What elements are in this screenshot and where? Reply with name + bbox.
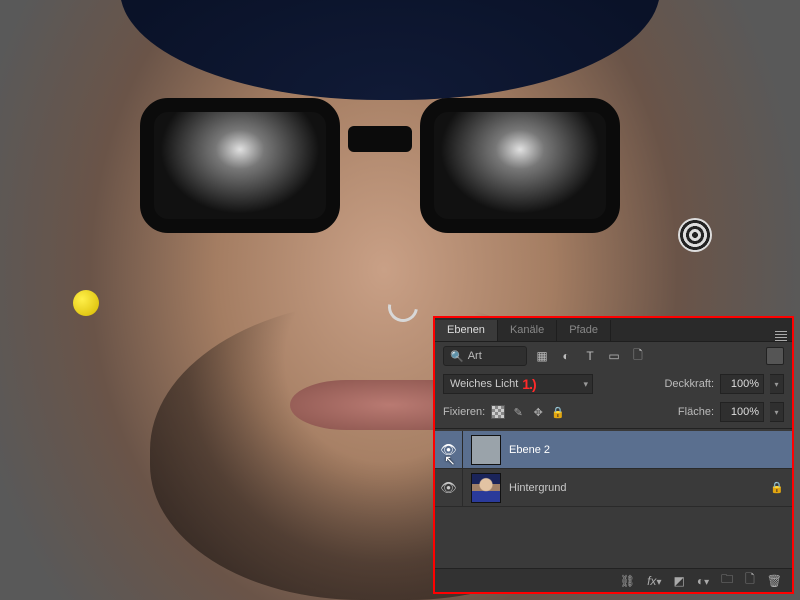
layer-filter-type[interactable]: 🔍 Art [443, 346, 527, 366]
panel-tabs: Ebenen Kanäle Pfade [435, 318, 792, 342]
layer-name[interactable]: Hintergrund [509, 482, 770, 494]
cap [120, 0, 660, 100]
filter-smart-icon[interactable]: 🗋 [629, 347, 647, 365]
layers-list: 👁 Ebene 2 👁 Hintergrund 🔒 [435, 431, 792, 568]
panel-footer: ⛓ fx▾ ◩ ◐▾ 🗀 🗋 🗑 [435, 568, 792, 592]
panel-menu-button[interactable] [770, 331, 792, 341]
opacity-input[interactable]: 100% [720, 374, 764, 394]
sunglasses [140, 98, 620, 248]
tab-paths[interactable]: Pfade [557, 320, 611, 341]
earring-left-smiley [73, 290, 99, 316]
glasses-bridge [348, 126, 412, 152]
eye-icon: 👁 [440, 480, 457, 496]
lock-buttons: ✎ ✥ 🔒 [491, 405, 565, 419]
lock-pixels-icon[interactable]: ✎ [511, 405, 525, 419]
fill-input[interactable]: 100% [720, 402, 764, 422]
lock-label: Fixieren: [443, 406, 485, 418]
fx-icon[interactable]: fx▾ [647, 574, 661, 588]
filter-shape-icon[interactable]: ▭ [605, 347, 623, 365]
filter-adjust-icon[interactable]: ◐ [557, 347, 575, 365]
annotation-1: 1.) [522, 376, 535, 392]
opacity-dropdown[interactable]: ▾ [770, 374, 784, 394]
blend-row: Weiches Licht 1.) ▾ Deckkraft: 100% ▾ [435, 370, 792, 398]
blend-mode-value: Weiches Licht [450, 378, 518, 390]
delete-layer-icon[interactable]: 🗑 [767, 574, 782, 588]
lens-left [140, 98, 340, 233]
visibility-toggle[interactable]: 👁 [435, 431, 463, 468]
opacity-label: Deckkraft: [664, 378, 714, 390]
visibility-toggle[interactable]: 👁 [435, 469, 463, 506]
ear-plug-right [678, 218, 712, 252]
filter-type-label: Art [468, 350, 482, 362]
layer-thumbnail[interactable] [471, 473, 501, 503]
fill-dropdown[interactable]: ▾ [770, 402, 784, 422]
link-layers-icon[interactable]: ⛓ [620, 574, 635, 588]
blend-mode-select[interactable]: Weiches Licht 1.) ▾ [443, 374, 593, 394]
new-layer-icon[interactable]: 🗋 [745, 570, 755, 591]
new-group-icon[interactable]: 🗀 [721, 570, 733, 591]
tab-layers[interactable]: Ebenen [435, 320, 498, 341]
layers-panel: Ebenen Kanäle Pfade 🔍 Art ▦ ◐ T ▭ 🗋 Weic… [433, 316, 794, 594]
lock-position-icon[interactable]: ✥ [531, 405, 545, 419]
adjustment-layer-icon[interactable]: ◐▾ [697, 574, 709, 588]
eye-icon: 👁 [440, 442, 457, 458]
layer-thumbnail[interactable] [471, 435, 501, 465]
filter-row: 🔍 Art ▦ ◐ T ▭ 🗋 [435, 342, 792, 370]
filter-toggle[interactable] [766, 347, 784, 365]
layer-name[interactable]: Ebene 2 [509, 444, 784, 456]
search-icon: 🔍 [450, 350, 464, 363]
lock-transparency-icon[interactable] [491, 405, 505, 419]
lock-icon: 🔒 [770, 481, 784, 494]
layer-row[interactable]: 👁 Hintergrund 🔒 [435, 469, 792, 507]
fill-label: Fläche: [678, 406, 714, 418]
filter-pixel-icon[interactable]: ▦ [533, 347, 551, 365]
lock-row: Fixieren: ✎ ✥ 🔒 Fläche: 100% ▾ [435, 398, 792, 426]
lock-all-icon[interactable]: 🔒 [551, 405, 565, 419]
layer-row[interactable]: 👁 Ebene 2 [435, 431, 792, 469]
lens-right [420, 98, 620, 233]
chevron-down-icon: ▾ [583, 379, 588, 390]
add-mask-icon[interactable]: ◩ [673, 574, 684, 588]
filter-type-icon[interactable]: T [581, 347, 599, 365]
divider [435, 428, 792, 429]
tab-channels[interactable]: Kanäle [498, 320, 557, 341]
